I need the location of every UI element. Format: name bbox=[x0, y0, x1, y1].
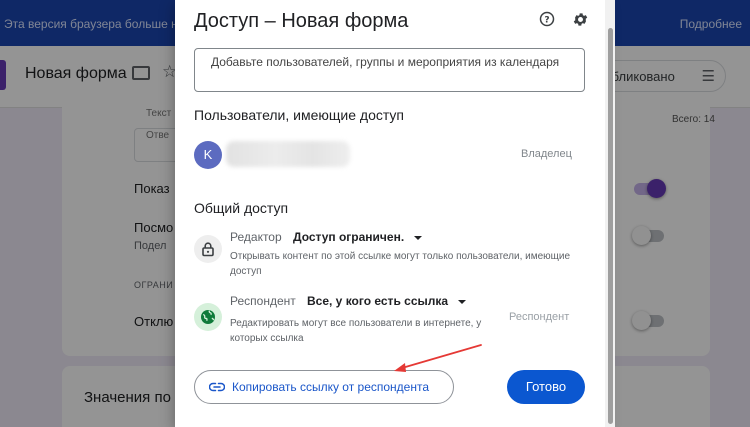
respondent-access-value: Все, у кого есть ссылка bbox=[307, 294, 449, 308]
globe-icon bbox=[194, 303, 222, 331]
done-button[interactable]: Готово bbox=[507, 370, 585, 404]
scrollbar-thumb[interactable] bbox=[608, 28, 613, 424]
respondent-access-description: Редактировать могут все пользователи в и… bbox=[230, 318, 482, 344]
editor-access-description: Открывать контент по этой ссылке могут т… bbox=[230, 251, 571, 277]
svg-text:?: ? bbox=[544, 16, 549, 26]
editor-label: Редактор bbox=[230, 230, 282, 244]
chevron-down-icon bbox=[458, 299, 467, 304]
respondent-label: Респондент bbox=[230, 294, 296, 308]
editor-access-dropdown[interactable]: Доступ ограничен. bbox=[293, 230, 423, 244]
copy-respondent-link-button[interactable]: Копировать ссылку от респондента bbox=[194, 370, 454, 404]
respondent-role-label: Респондент bbox=[509, 311, 570, 323]
user-name-redacted bbox=[226, 141, 350, 167]
link-icon bbox=[209, 382, 225, 392]
chevron-down-icon bbox=[414, 235, 423, 240]
general-access-heading: Общий доступ bbox=[194, 200, 289, 216]
users-with-access-heading: Пользователи, имеющие доступ bbox=[194, 107, 405, 123]
owner-role-label: Владелец bbox=[521, 148, 572, 160]
editor-access-value: Доступ ограничен. bbox=[293, 230, 405, 244]
gear-icon[interactable] bbox=[572, 11, 589, 28]
help-circle-icon[interactable]: ? bbox=[539, 11, 555, 27]
avatar: K bbox=[194, 141, 222, 169]
respondent-access-dropdown[interactable]: Все, у кого есть ссылка bbox=[307, 294, 467, 308]
lock-icon bbox=[194, 235, 222, 263]
share-dialog: Доступ – Новая форма ? Пользователи, име… bbox=[175, 0, 605, 427]
copy-link-label: Копировать ссылку от респондента bbox=[232, 380, 430, 394]
add-people-input[interactable] bbox=[194, 48, 585, 92]
dialog-title: Доступ – Новая форма bbox=[194, 10, 409, 32]
